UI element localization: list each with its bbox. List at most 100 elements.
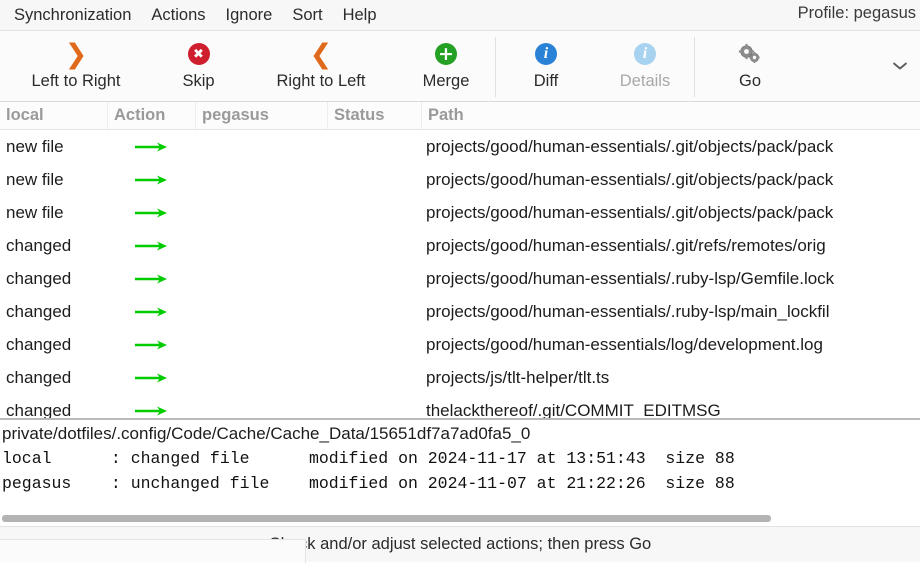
table-row[interactable]: changed projects/good/human-essentials/.…	[0, 229, 920, 262]
table-row[interactable]: changed projects/good/human-essentials/.…	[0, 295, 920, 328]
go-button[interactable]: Go	[695, 31, 805, 101]
table-row[interactable]: changed thelackthereof/.git/COMMIT_EDITM…	[0, 394, 920, 418]
menu-bar: Synchronization Actions Ignore Sort Help…	[0, 0, 920, 31]
left-to-right-button[interactable]: ❯ Left to Right	[0, 31, 152, 101]
right-to-left-label: Right to Left	[277, 71, 366, 91]
cell-path: projects/good/human-essentials/log/devel…	[422, 328, 920, 361]
cell-status	[328, 163, 422, 196]
cell-path: projects/good/human-essentials/.git/refs…	[422, 229, 920, 262]
scrollbar-thumb[interactable]	[2, 515, 771, 522]
menu-sort[interactable]: Sort	[282, 4, 332, 27]
column-action[interactable]: Action	[108, 102, 196, 129]
table-row[interactable]: new file projects/good/human-essentials/…	[0, 196, 920, 229]
table-row[interactable]: changed projects/good/human-essentials/.…	[0, 262, 920, 295]
cell-pegasus	[196, 328, 328, 361]
right-arrow-icon	[135, 240, 169, 252]
status-bar: Check and/or adjust selected actions; th…	[0, 526, 920, 562]
cell-status	[328, 229, 422, 262]
left-to-right-label: Left to Right	[32, 71, 121, 91]
cell-action[interactable]	[108, 130, 196, 163]
gears-icon	[737, 39, 763, 69]
cell-local: changed	[0, 229, 108, 262]
column-header-row: local Action pegasus Status Path	[0, 102, 920, 130]
cell-local: new file	[0, 196, 108, 229]
cell-pegasus	[196, 262, 328, 295]
right-to-left-button[interactable]: ❮ Right to Left	[245, 31, 397, 101]
blue-info-icon: i	[535, 39, 557, 69]
menu-help[interactable]: Help	[333, 4, 387, 27]
cell-action[interactable]	[108, 229, 196, 262]
cell-local: changed	[0, 295, 108, 328]
table-row[interactable]: changed projects/good/human-essentials/l…	[0, 328, 920, 361]
scrollbar-track[interactable]	[2, 515, 918, 522]
cell-local: changed	[0, 361, 108, 394]
cell-path: thelackthereof/.git/COMMIT_EDITMSG	[422, 394, 920, 418]
menu-ignore[interactable]: Ignore	[216, 4, 283, 27]
details-label: Details	[620, 71, 670, 91]
column-pegasus[interactable]: pegasus	[196, 102, 328, 129]
cell-pegasus	[196, 394, 328, 418]
cell-local: changed	[0, 328, 108, 361]
toolbar-overflow-button[interactable]	[886, 31, 914, 101]
cell-path: projects/good/human-essentials/.ruby-lsp…	[422, 262, 920, 295]
cell-status	[328, 295, 422, 328]
right-arrow-icon	[135, 174, 169, 186]
column-local[interactable]: local	[0, 102, 108, 129]
cell-action[interactable]	[108, 394, 196, 418]
blue-info-icon-disabled: i	[634, 39, 656, 69]
skip-button[interactable]: ✖ Skip	[152, 31, 245, 101]
details-pegasus-line: pegasus : unchanged file modified on 202…	[2, 471, 920, 496]
cell-status	[328, 394, 422, 418]
cell-action[interactable]	[108, 328, 196, 361]
cell-pegasus	[196, 361, 328, 394]
menu-actions[interactable]: Actions	[141, 4, 215, 27]
cell-local: new file	[0, 163, 108, 196]
file-list[interactable]: new file projects/good/human-essentials/…	[0, 130, 920, 418]
cell-action[interactable]	[108, 262, 196, 295]
diff-label: Diff	[534, 71, 558, 91]
chevron-left-icon: ❮	[310, 39, 333, 69]
cell-action[interactable]	[108, 196, 196, 229]
cell-pegasus	[196, 229, 328, 262]
right-arrow-icon	[135, 372, 169, 384]
cell-action[interactable]	[108, 295, 196, 328]
unison-main-window: Synchronization Actions Ignore Sort Help…	[0, 0, 920, 562]
column-path[interactable]: Path	[422, 102, 920, 129]
merge-button[interactable]: + Merge	[397, 31, 495, 101]
cell-status	[328, 262, 422, 295]
table-row[interactable]: new file projects/good/human-essentials/…	[0, 130, 920, 163]
right-arrow-icon	[135, 141, 169, 153]
status-message: Check and/or adjust selected actions; th…	[269, 535, 651, 554]
right-arrow-icon	[135, 339, 169, 351]
cell-pegasus	[196, 130, 328, 163]
details-path: private/dotfiles/.config/Code/Cache/Cach…	[2, 422, 920, 446]
right-arrow-icon	[135, 207, 169, 219]
chevron-right-icon: ❯	[65, 39, 88, 69]
cell-path: projects/good/human-essentials/.git/obje…	[422, 163, 920, 196]
cell-path: projects/good/human-essentials/.git/obje…	[422, 196, 920, 229]
toolbar: ❯ Left to Right ✖ Skip ❮ Right to Left +…	[0, 31, 920, 102]
merge-label: Merge	[423, 71, 470, 91]
cell-path: projects/good/human-essentials/.ruby-lsp…	[422, 295, 920, 328]
cell-action[interactable]	[108, 361, 196, 394]
cell-pegasus	[196, 295, 328, 328]
cell-path: projects/good/human-essentials/.git/obje…	[422, 130, 920, 163]
diff-button[interactable]: i Diff	[496, 31, 596, 101]
horizontal-scrollbar[interactable]	[0, 510, 920, 526]
red-circle-x-icon: ✖	[188, 39, 210, 69]
cell-status	[328, 328, 422, 361]
table-row[interactable]: new file projects/good/human-essentials/…	[0, 163, 920, 196]
cell-status	[328, 130, 422, 163]
chevron-down-icon	[892, 61, 908, 71]
menu-synchronization[interactable]: Synchronization	[8, 4, 141, 27]
details-button[interactable]: i Details	[596, 31, 694, 101]
cell-action[interactable]	[108, 163, 196, 196]
cell-status	[328, 361, 422, 394]
cell-local: new file	[0, 130, 108, 163]
right-arrow-icon	[135, 405, 169, 417]
table-row[interactable]: changed projects/js/tlt-helper/tlt.ts	[0, 361, 920, 394]
cell-path: projects/js/tlt-helper/tlt.ts	[422, 361, 920, 394]
column-status[interactable]: Status	[328, 102, 422, 129]
green-circle-plus-icon: +	[435, 39, 457, 69]
profile-label: Profile: pegasus	[798, 4, 920, 23]
